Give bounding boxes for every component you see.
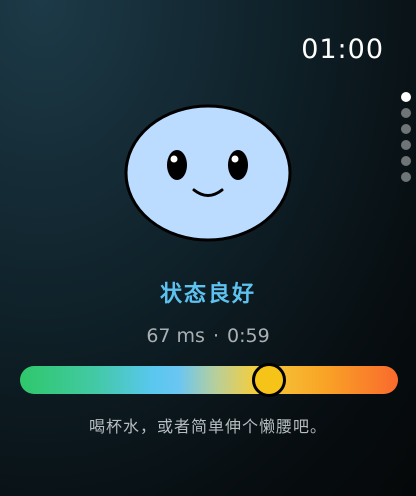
metrics-line: 67 ms · 0:59 [0,325,416,347]
page-dot [400,124,411,134]
watch-screen: 01:00 状态良好 67 ms · 0:59 喝杯水，或者简单伸个懒腰吧。 [0,0,416,496]
page-dot [400,156,411,166]
level-scale-bar [20,366,398,394]
smiling-blob-face-icon [124,104,292,242]
page-dot [400,108,411,118]
page-indicator[interactable] [400,92,411,182]
clock-time: 01:00 [301,34,384,65]
left-eye-highlight [170,155,178,163]
latency-value: 67 ms [146,325,205,347]
right-eye-highlight [231,155,239,163]
page-dot [400,92,411,102]
page-dot [400,140,411,150]
status-label: 状态良好 [159,282,256,307]
left-eye [167,150,187,180]
metrics-separator: · [212,325,219,347]
tip-message: 喝杯水，或者简单伸个懒腰吧。 [88,417,327,436]
right-eye [228,150,248,180]
elapsed-time: 0:59 [227,325,270,347]
face-body [124,104,292,242]
page-dot [400,172,411,182]
